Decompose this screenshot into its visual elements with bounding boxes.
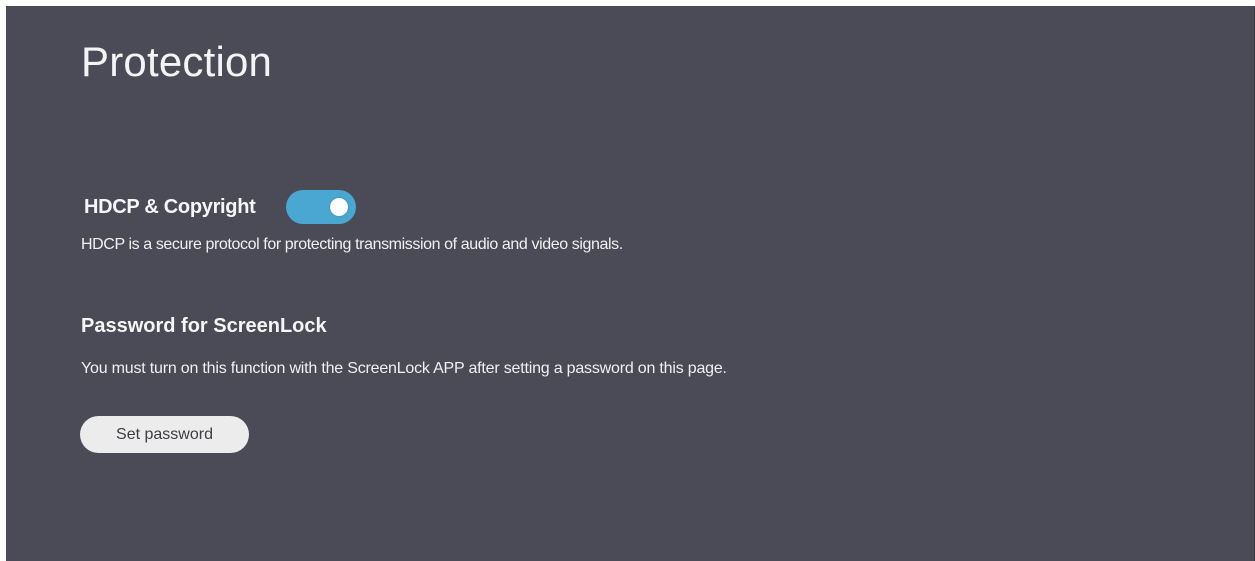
toggle-knob — [329, 198, 348, 216]
set-password-button[interactable]: Set password — [80, 416, 249, 453]
hdcp-toggle-switch[interactable] — [285, 190, 356, 224]
protection-settings-panel: Protection HDCP & Copyright HDCP is a se… — [6, 6, 1255, 561]
screenlock-description: You must turn on this function with the … — [81, 360, 727, 377]
hdcp-label: HDCP & Copyright — [84, 195, 256, 218]
hdcp-description: HDCP is a secure protocol for protecting… — [81, 236, 623, 253]
hdcp-setting-row: HDCP & Copyright — [84, 190, 356, 224]
screenlock-password-heading: Password for ScreenLock — [81, 315, 327, 337]
page-title: Protection — [81, 38, 273, 85]
